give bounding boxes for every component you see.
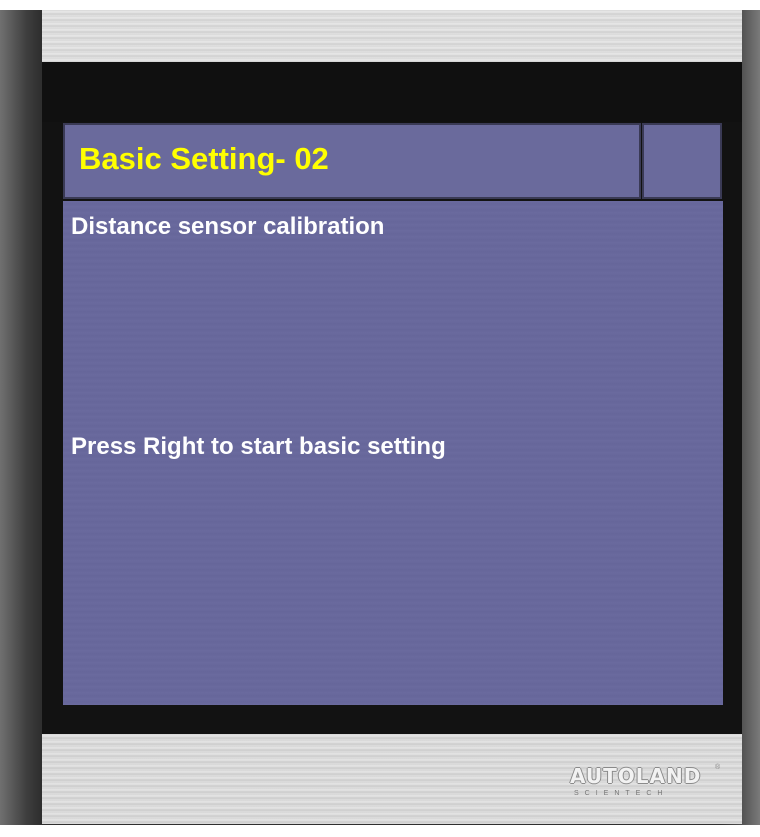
logo-tagline: SCIENTECH xyxy=(574,790,669,797)
top-bezel xyxy=(42,10,742,62)
title-side-panel xyxy=(642,123,722,199)
autoland-logo: AUTOLAND SCIENTECH ® xyxy=(570,764,720,804)
instruction-text: Press Right to start basic setting xyxy=(71,433,446,460)
page-title: Basic Setting- 02 xyxy=(79,141,329,176)
screen-top-band xyxy=(42,62,742,122)
description-text: Distance sensor calibration xyxy=(71,213,385,240)
content-panel: Distance sensor calibration Press Right … xyxy=(63,201,723,705)
title-bar: Basic Setting- 02 xyxy=(63,123,641,199)
registered-mark: ® xyxy=(715,764,721,771)
logo-text: AUTOLAND xyxy=(570,764,702,788)
